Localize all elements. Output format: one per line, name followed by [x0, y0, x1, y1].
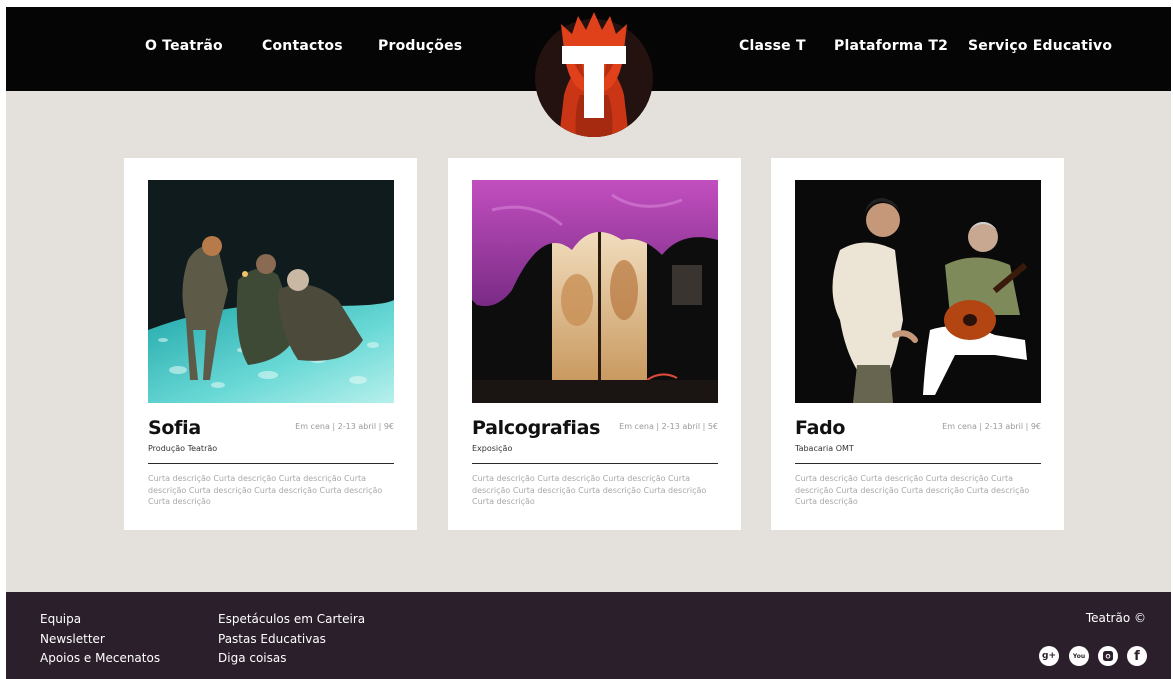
production-card-fado[interactable]: Fado Em cena | 2-13 abril | 9€ Tabacaria… [771, 158, 1064, 530]
instagram-icon[interactable] [1098, 646, 1118, 666]
divider [795, 463, 1041, 464]
nav-link-o-teatrao[interactable]: O Teatrão [145, 38, 223, 54]
production-card-palcografias[interactable]: Palcografias Em cena | 2-13 abril | 5€ E… [448, 158, 741, 530]
production-meta: Em cena | 2-13 abril | 9€ [295, 422, 394, 431]
nav-link-servico-educativo[interactable]: Serviço Educativo [968, 38, 1112, 54]
footer-links-primary: Equipa Newsletter Apoios e Mecenatos [40, 610, 160, 669]
production-subtitle: Tabacaria OMT [795, 444, 854, 453]
production-description: Curta descrição Curta descrição Curta de… [795, 474, 1030, 506]
page: O Teatrão Contactos Produções Classe T P… [6, 7, 1171, 679]
production-description: Curta descrição Curta descrição Curta de… [472, 474, 707, 506]
production-subtitle: Exposição [472, 444, 513, 453]
production-image[interactable] [472, 180, 718, 403]
production-title[interactable]: Fado [795, 417, 845, 439]
divider [472, 463, 718, 464]
production-meta: Em cena | 2-13 abril | 5€ [619, 422, 718, 431]
production-title[interactable]: Sofia [148, 417, 201, 439]
divider [148, 463, 394, 464]
youtube-icon[interactable]: You [1069, 646, 1089, 666]
nav-link-producoes[interactable]: Produções [378, 38, 462, 54]
footer-link-diga-coisas[interactable]: Diga coisas [218, 649, 365, 669]
facebook-icon[interactable]: f [1127, 646, 1147, 666]
production-image[interactable] [148, 180, 394, 403]
footer-link-newsletter[interactable]: Newsletter [40, 630, 160, 650]
production-image[interactable] [795, 180, 1041, 403]
footer-link-pastas-educativas[interactable]: Pastas Educativas [218, 630, 365, 650]
footer-link-equipa[interactable]: Equipa [40, 610, 160, 630]
footer-link-espetaculos[interactable]: Espetáculos em Carteira [218, 610, 365, 630]
nav-link-plataforma-t2[interactable]: Plataforma T2 [834, 38, 948, 54]
production-card-sofia[interactable]: Sofia Em cena | 2-13 abril | 9€ Produção… [124, 158, 417, 530]
site-logo[interactable]: T [534, 10, 654, 138]
footer-link-apoios[interactable]: Apoios e Mecenatos [40, 649, 160, 669]
nav-link-classe-t[interactable]: Classe T [739, 38, 806, 54]
copyright: Teatrão © [1085, 611, 1146, 625]
production-subtitle: Produção Teatrão [148, 444, 218, 453]
production-title[interactable]: Palcografias [472, 417, 600, 439]
site-footer: Equipa Newsletter Apoios e Mecenatos Esp… [6, 592, 1171, 679]
google-plus-icon[interactable]: g+ [1039, 646, 1059, 666]
production-description: Curta descrição Curta descrição Curta de… [148, 474, 383, 506]
production-meta: Em cena | 2-13 abril | 9€ [942, 422, 1041, 431]
nav-link-contactos[interactable]: Contactos [262, 38, 343, 54]
logo-letter: T [534, 10, 535, 11]
footer-links-secondary: Espetáculos em Carteira Pastas Educativa… [218, 610, 365, 669]
